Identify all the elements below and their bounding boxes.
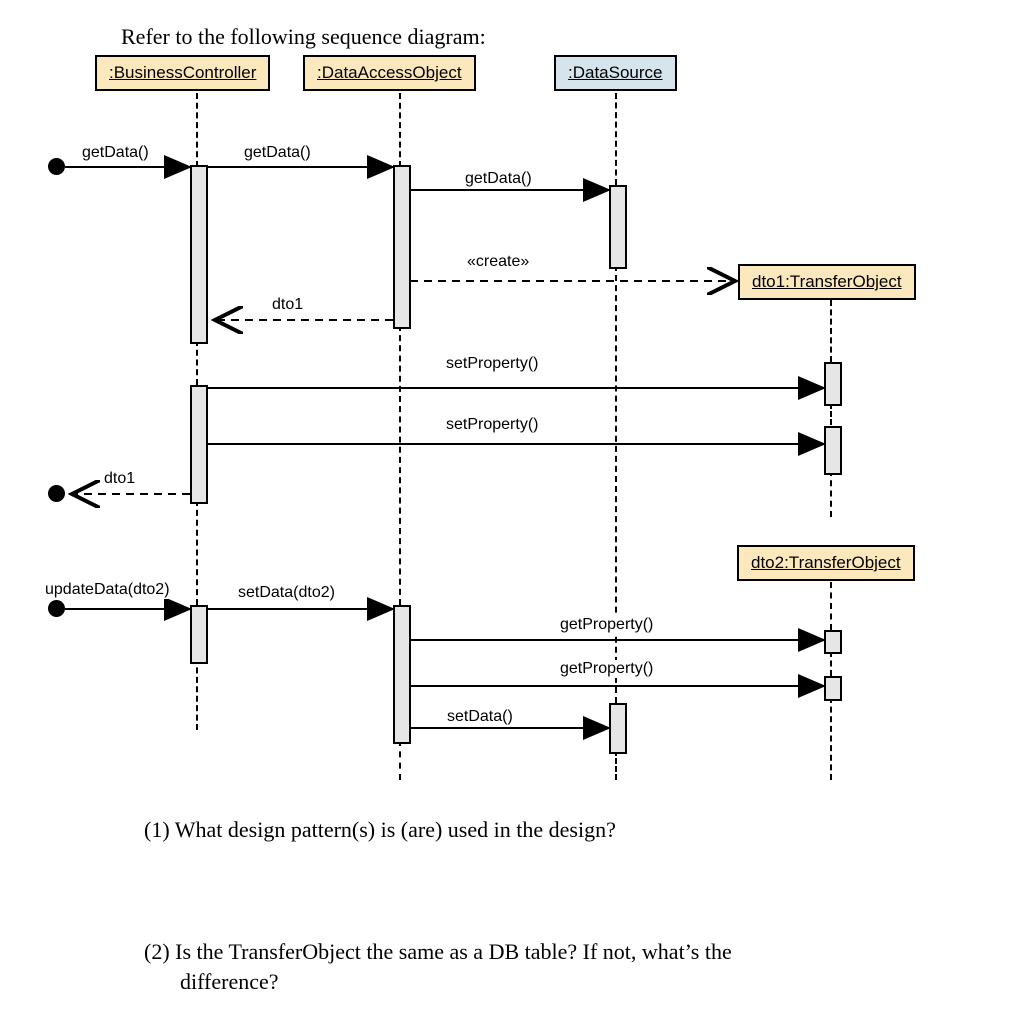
participant-data-source: :DataSource <box>554 55 677 91</box>
msg-create: «create» <box>467 253 529 271</box>
activation-dao-2 <box>393 605 411 744</box>
lifeline-dto2-3 <box>830 697 832 780</box>
msg-getdata-3: getData() <box>465 170 532 188</box>
lifeline-dto1-3 <box>830 470 832 517</box>
lifeline-bc-1 <box>196 93 198 167</box>
msg-getprop-2: getProperty() <box>560 660 653 678</box>
lifeline-dto2-1 <box>830 582 832 630</box>
lifeline-dto1-1 <box>830 300 832 362</box>
lifeline-dto2-2 <box>830 651 832 676</box>
activation-dto2-1 <box>824 630 842 654</box>
question-2a: (2) Is the TransferObject the same as a … <box>144 937 732 967</box>
lifeline-dto1-2 <box>830 403 832 425</box>
question-1: (1) What design pattern(s) is (are) used… <box>144 815 616 845</box>
lifeline-ds-1 <box>615 93 617 185</box>
activation-bc-2 <box>190 385 208 504</box>
participant-data-access-object: :DataAccessObject <box>303 55 476 91</box>
question-2b: difference? <box>180 967 279 997</box>
arrow-overlay <box>0 0 1023 1024</box>
intro-text: Refer to the following sequence diagram: <box>121 24 486 50</box>
msg-setprop-2: setProperty() <box>446 416 538 434</box>
msg-dto1-ret: dto1 <box>272 296 303 314</box>
participant-dto1: dto1:TransferObject <box>738 264 916 300</box>
msg-getprop-1: getProperty() <box>560 616 653 634</box>
activation-bc-3 <box>190 605 208 664</box>
msg-setdata: setData(dto2) <box>238 584 335 602</box>
end-dot-1 <box>48 485 65 502</box>
participant-business-controller: :BusinessController <box>95 55 270 91</box>
msg-setdata-2: setData() <box>447 708 513 726</box>
activation-dto1-2 <box>824 426 842 475</box>
diagram-canvas: Refer to the following sequence diagram:… <box>0 0 1023 1024</box>
msg-getdata-1: getData() <box>82 144 149 162</box>
lifeline-bc-4 <box>196 658 198 730</box>
activation-dao-1 <box>393 165 411 329</box>
lifeline-dao-3 <box>399 740 401 780</box>
msg-setprop-1: setProperty() <box>446 355 538 373</box>
lifeline-bc-2 <box>196 340 198 385</box>
participant-dto2: dto2:TransferObject <box>737 545 915 581</box>
lifeline-bc-3 <box>196 500 198 605</box>
activation-ds-2 <box>609 703 627 754</box>
msg-getdata-2: getData() <box>244 144 311 162</box>
activation-ds-1 <box>609 185 627 269</box>
msg-dto1-out: dto1 <box>104 470 135 488</box>
lifeline-ds-2 <box>615 265 617 703</box>
activation-dto1-1 <box>824 362 842 406</box>
activation-bc-1 <box>190 165 208 344</box>
activation-dto2-2 <box>824 676 842 701</box>
start-dot-2 <box>48 600 65 617</box>
lifeline-dao-1 <box>399 93 401 167</box>
start-dot-1 <box>48 158 65 175</box>
lifeline-ds-3 <box>615 750 617 780</box>
msg-updatedata: updateData(dto2) <box>45 581 170 599</box>
lifeline-dao-2 <box>399 325 401 605</box>
